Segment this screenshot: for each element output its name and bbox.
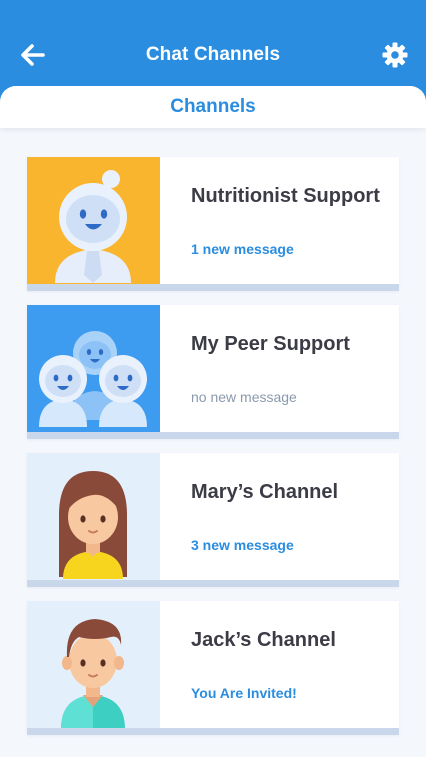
card-bar — [27, 432, 399, 439]
channel-card-my-peer-support[interactable]: My Peer Support no new message — [27, 305, 399, 439]
settings-button[interactable] — [380, 40, 410, 70]
channel-card-marys-channel[interactable]: Mary’s Channel 3 new message — [27, 453, 399, 587]
card-bar — [27, 580, 399, 587]
channel-card-nutritionist-support[interactable]: Nutritionist Support 1 new message — [27, 157, 399, 291]
robot-group-avatar — [27, 305, 160, 439]
channel-title: Nutritionist Support — [191, 185, 380, 207]
card-bar — [27, 728, 399, 735]
robot-nutritionist-avatar — [27, 157, 160, 291]
channel-status: You Are Invited! — [191, 685, 297, 701]
channel-status: 3 new message — [191, 537, 294, 553]
card-bar — [27, 284, 399, 291]
content-sheet: Channels Nutritionist Support 1 new mess… — [0, 86, 426, 757]
man-avatar — [27, 601, 160, 735]
channel-title: My Peer Support — [191, 333, 350, 355]
tab-bar: Channels — [0, 86, 426, 128]
app-header: Chat Channels — [0, 0, 426, 100]
channel-status: 1 new message — [191, 241, 294, 257]
channel-title: Jack’s Channel — [191, 629, 336, 651]
woman-avatar — [27, 453, 160, 587]
channel-status: no new message — [191, 389, 297, 405]
tab-channels[interactable]: Channels — [170, 96, 256, 118]
gear-icon — [382, 42, 408, 68]
page-title: Chat Channels — [145, 44, 281, 65]
channel-title: Mary’s Channel — [191, 481, 339, 503]
channel-card-jacks-channel[interactable]: Jack’s Channel You Are Invited! — [27, 601, 399, 735]
